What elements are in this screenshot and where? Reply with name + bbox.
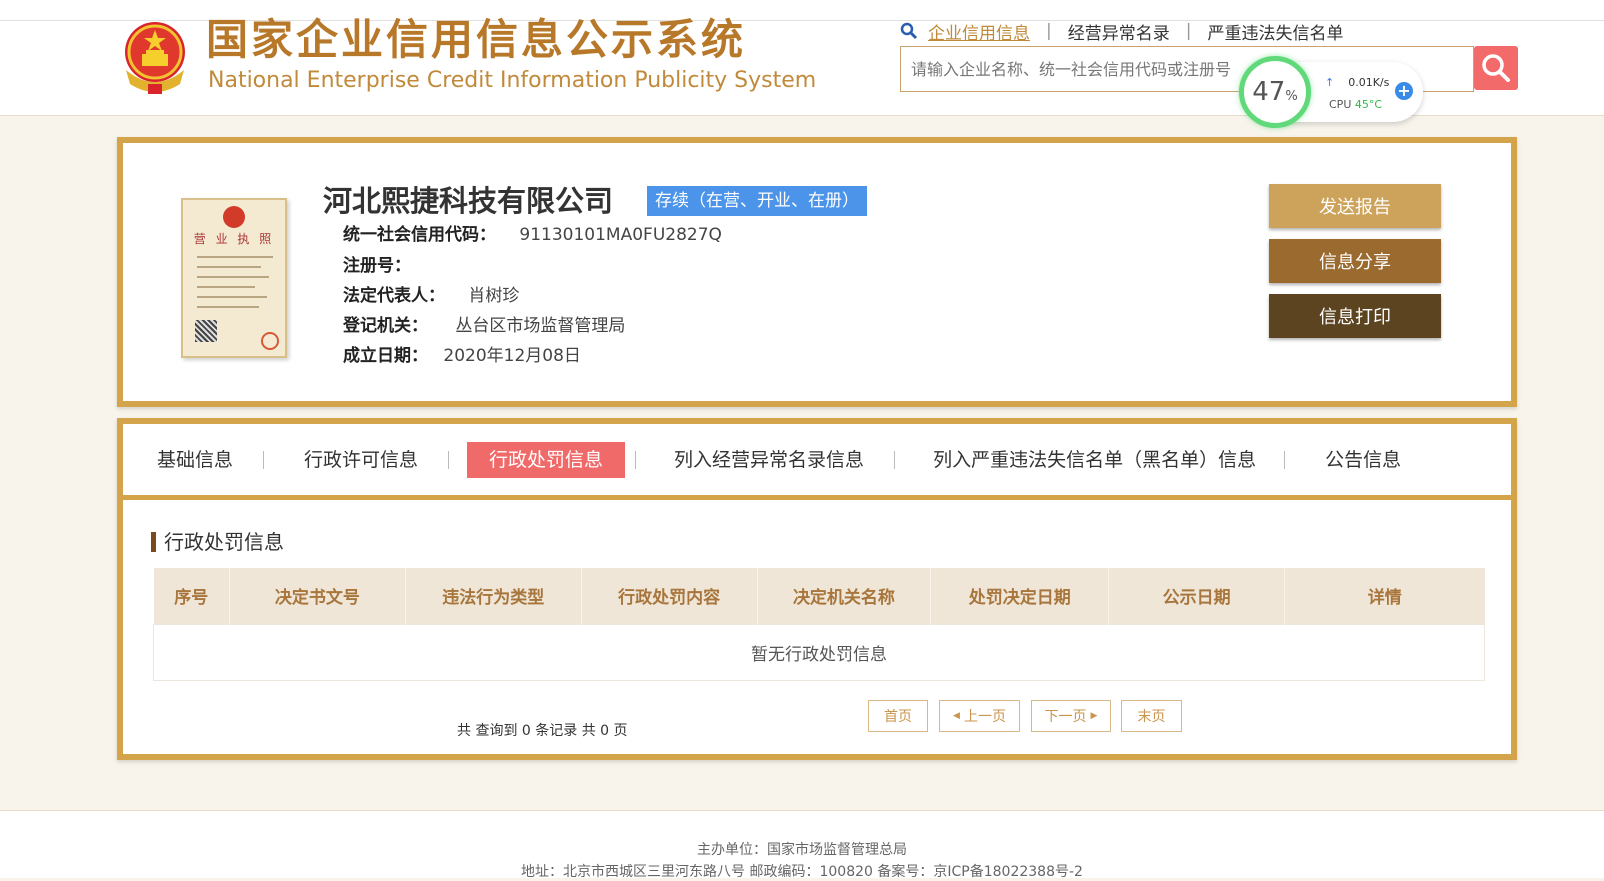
legal-rep-label: 法定代表人： [343, 286, 445, 306]
memory-usage-ring: 47% [1239, 56, 1311, 128]
authority-row: 登记机关： 丛台区市场监督管理局 [343, 314, 625, 338]
memory-percent: 47 [1252, 77, 1286, 107]
tab-separator [894, 450, 896, 469]
license-stamp-icon [261, 332, 279, 350]
authority-label: 登记机关： [343, 316, 428, 336]
credit-code-value: 91130101MA0FU2827Q [519, 225, 722, 245]
tab-blacklist[interactable]: 列入严重违法失信名单（黑名单）信息 [923, 442, 1266, 478]
column-header: 决定书文号 [229, 568, 406, 624]
network-speed: ↑ 0.01K/s [1325, 76, 1389, 89]
footer-address: 地址：北京市西城区三里河东路八号 邮政编码：100820 备案号：京ICP备18… [521, 864, 1083, 880]
send-report-button[interactable]: 发送报告 [1269, 184, 1441, 228]
last-page-button[interactable]: 末页 [1121, 700, 1182, 732]
tab-separator [263, 450, 265, 469]
memory-percent-unit: % [1285, 88, 1298, 104]
search-icon [1482, 54, 1510, 82]
established-label: 成立日期： [343, 346, 428, 366]
tab-separator [448, 450, 450, 469]
authority-value: 丛台区市场监督管理局 [455, 316, 626, 336]
table-row: 暂无行政处罚信息 [153, 623, 1485, 681]
cpu-temp-value: 45°C [1354, 98, 1383, 111]
share-info-button[interactable]: 信息分享 [1269, 239, 1441, 283]
nav-separator: | [1046, 21, 1052, 41]
site-footer: 主办单位：国家市场监督管理总局 地址：北京市西城区三里河东路八号 邮政编码：10… [0, 810, 1604, 880]
tab-basic-info[interactable]: 基础信息 [147, 442, 243, 478]
pager-summary: 共 查询到 0 条记录 共 0 页 [457, 723, 628, 739]
license-text-line [197, 266, 261, 268]
prev-page-button[interactable]: ◀ 上一页 [939, 700, 1020, 732]
nav-separator: | [1185, 21, 1192, 41]
established-value: 2020年12月08日 [443, 346, 581, 366]
site-title-cn: 国家企业信用信息公示系统 [206, 15, 747, 64]
reg-no-row: 注册号： [343, 254, 411, 278]
network-speed-value: 0.01K/s [1348, 76, 1390, 89]
penalty-table: 序号 决定书文号 违法行为类型 行政处罚内容 决定机关名称 处罚决定日期 公示日… [153, 568, 1485, 681]
company-summary-card: 营 业 执 照 河北熙捷科技有限公司 存续（在营、开业、在册） 统一社会信用代码… [117, 137, 1517, 407]
tab-separator [635, 450, 637, 469]
footer-organizer: 主办单位：国家市场监督管理总局 [697, 842, 907, 858]
nav-blacklist[interactable]: 严重违法失信名单 [1207, 19, 1343, 44]
legal-rep-row: 法定代表人： 肖树珍 [343, 284, 519, 308]
column-header: 处罚决定日期 [930, 568, 1110, 624]
chevron-left-icon: ◀ [953, 711, 960, 721]
next-page-label: 下一页 [1044, 709, 1087, 725]
column-header: 违法行为类型 [405, 568, 582, 624]
prev-page-label: 上一页 [963, 709, 1006, 725]
chevron-right-icon: ▶ [1090, 711, 1098, 721]
license-text-line [197, 306, 259, 308]
credit-code-row: 统一社会信用代码： 91130101MA0FU2827Q [343, 223, 722, 247]
credit-code-label: 统一社会信用代码： [343, 225, 496, 245]
license-seal-icon [223, 206, 245, 228]
license-text-line [197, 256, 273, 258]
performance-widget[interactable]: 47% ↑ 0.01K/s CPU 45°C + [1239, 56, 1423, 128]
nav-enterprise-credit[interactable]: 企业信用信息 [928, 19, 1030, 44]
first-page-button[interactable]: 首页 [868, 700, 928, 732]
column-header: 行政处罚内容 [581, 568, 758, 624]
qr-code-icon [195, 320, 217, 342]
legal-rep-value: 肖树珍 [468, 286, 520, 306]
business-license-image: 营 业 执 照 [181, 198, 287, 358]
column-header: 公示日期 [1108, 568, 1286, 624]
top-nav: 企业信用信息 | 经营异常名录 | 严重违法失信名单 [900, 18, 1343, 44]
tab-admin-license[interactable]: 行政许可信息 [294, 442, 428, 478]
column-header: 决定机关名称 [757, 568, 932, 624]
established-row: 成立日期： 2020年12月08日 [343, 344, 581, 368]
column-header: 序号 [153, 568, 230, 624]
detail-panel: 基础信息 行政许可信息 行政处罚信息 列入经营异常名录信息 列入严重违法失信名单… [117, 418, 1517, 760]
section-title: 行政处罚信息 [151, 532, 284, 552]
status-badge: 存续（在营、开业、在册） [647, 186, 867, 216]
tab-separator [1284, 450, 1286, 469]
tab-announcements[interactable]: 公告信息 [1315, 442, 1411, 478]
cpu-label: CPU [1329, 98, 1352, 111]
info-tabs: 基础信息 行政许可信息 行政处罚信息 列入经营异常名录信息 列入严重违法失信名单… [123, 424, 1511, 500]
upload-arrow-icon: ↑ [1325, 76, 1335, 89]
license-text-line [197, 276, 269, 278]
empty-table-message: 暂无行政处罚信息 [153, 623, 1485, 681]
cpu-temperature: CPU 45°C [1329, 98, 1382, 111]
table-header-row: 序号 决定书文号 违法行为类型 行政处罚内容 决定机关名称 处罚决定日期 公示日… [153, 568, 1485, 624]
column-header: 详情 [1284, 568, 1485, 624]
search-button[interactable] [1474, 46, 1518, 90]
reg-no-label: 注册号： [343, 256, 411, 276]
license-title: 营 业 执 照 [193, 232, 275, 246]
nav-abnormal-list[interactable]: 经营异常名录 [1068, 19, 1170, 44]
next-page-button[interactable]: 下一页 ▶ [1031, 700, 1111, 732]
tab-abnormal-list[interactable]: 列入经营异常名录信息 [664, 442, 874, 478]
plus-icon[interactable]: + [1395, 82, 1413, 100]
license-text-line [197, 286, 255, 288]
national-emblem-logo [125, 22, 185, 94]
tab-admin-penalty[interactable]: 行政处罚信息 [467, 441, 626, 478]
print-info-button[interactable]: 信息打印 [1269, 294, 1441, 338]
license-text-line [197, 296, 267, 298]
search-small-icon [900, 22, 918, 40]
site-title-en: National Enterprise Credit Information P… [208, 68, 817, 93]
company-name: 河北熙捷科技有限公司 [323, 184, 614, 218]
